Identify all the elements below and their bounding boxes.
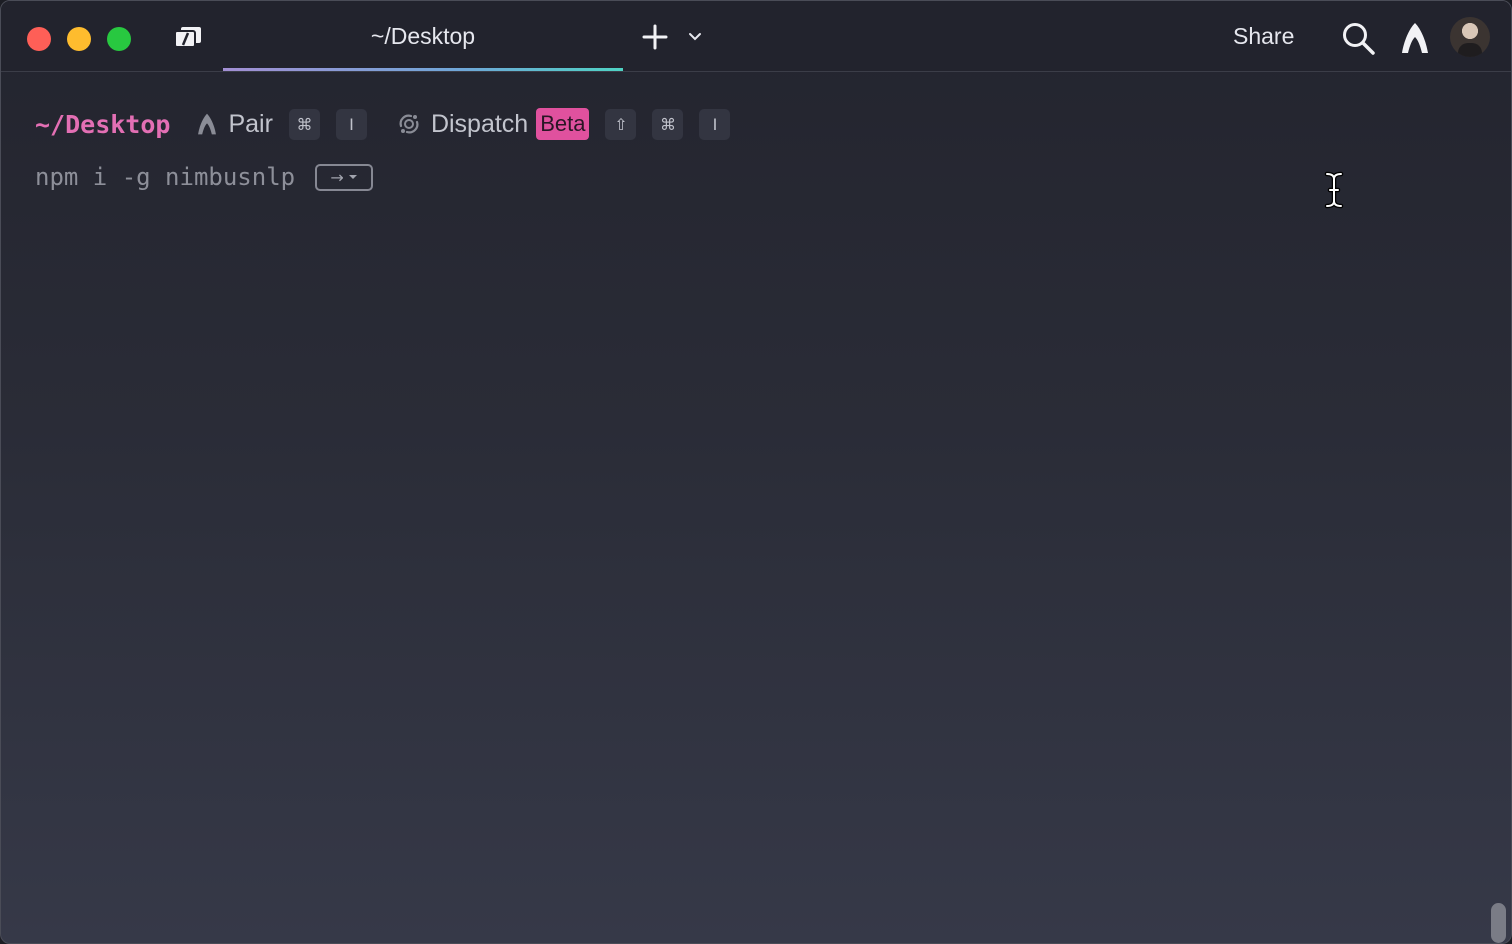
dispatch-chip[interactable]: Dispatch Beta: [397, 108, 590, 140]
title-bar: ~/Desktop Share: [1, 1, 1511, 72]
minimize-window-button[interactable]: [67, 27, 91, 51]
dispatch-shortcut-key-3: I: [699, 108, 731, 140]
arrow-right-icon: →: [330, 167, 344, 187]
chevron-down-icon[interactable]: [687, 30, 703, 44]
active-tab-indicator: [223, 68, 623, 71]
search-icon[interactable]: [1341, 21, 1377, 55]
scrollbar-thumb[interactable]: [1491, 903, 1506, 943]
caret-down-icon: [348, 175, 357, 179]
prompt-context-bar: ~/Desktop Pair ⌘ I Dispatch Beta ⇧ ⌘ I: [35, 105, 731, 143]
warp-logo-icon: [198, 113, 217, 135]
autosuggestion-text: npm i -g nimbusnlp: [35, 163, 296, 191]
tab-desktop[interactable]: ~/Desktop: [223, 1, 623, 71]
user-avatar[interactable]: [1450, 17, 1490, 57]
share-button[interactable]: Share: [1233, 23, 1294, 50]
sidebar-toggle-icon[interactable]: [173, 25, 203, 51]
terminal-window: ~/Desktop Share ~/Desktop Pair ⌘ I Dispa…: [0, 0, 1512, 944]
beta-badge: Beta: [536, 108, 590, 140]
tab-label: ~/Desktop: [370, 22, 476, 49]
text-cursor-icon: [1322, 171, 1346, 209]
warp-logo-icon[interactable]: [1399, 21, 1431, 55]
dispatch-label: Dispatch: [430, 109, 529, 138]
command-input[interactable]: npm i -g nimbusnlp →: [35, 157, 374, 197]
pair-label: Pair: [228, 109, 273, 138]
close-window-button[interactable]: [27, 27, 51, 51]
plus-icon[interactable]: [641, 23, 669, 51]
maximize-window-button[interactable]: [107, 27, 131, 51]
dispatch-icon: [399, 114, 419, 134]
pair-shortcut-key-1: ⌘: [288, 108, 320, 140]
dispatch-shortcut-key-1: ⇧: [605, 108, 637, 140]
pair-shortcut-key-2: I: [335, 108, 367, 140]
pair-chip[interactable]: Pair: [196, 109, 273, 139]
accept-suggestion-button[interactable]: →: [315, 163, 374, 191]
current-directory: ~/Desktop: [35, 109, 171, 139]
dispatch-shortcut-key-2: ⌘: [652, 108, 684, 140]
